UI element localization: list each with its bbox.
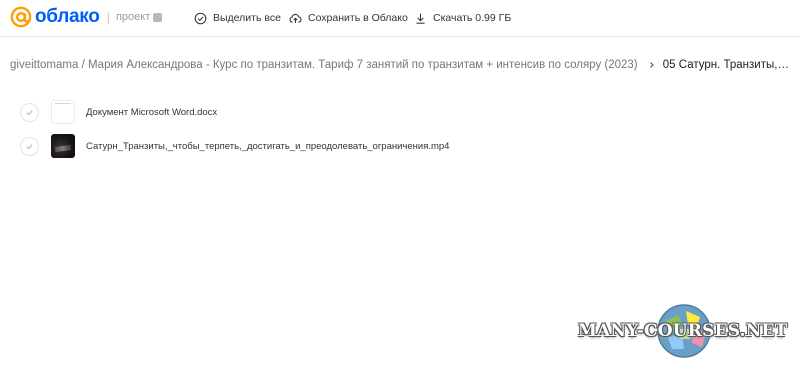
- vk-badge-icon: [153, 12, 163, 22]
- check-icon: [26, 109, 33, 115]
- check-icon: [26, 143, 33, 149]
- chevron-right-icon: [649, 62, 654, 68]
- project-label: проект: [115, 11, 151, 23]
- breadcrumb: giveittomama / Мария Александрова - Курс…: [10, 57, 790, 73]
- at-sign-logo-icon: [10, 6, 32, 28]
- document-thumbnail: [51, 100, 75, 124]
- file-row[interactable]: Сатурн_Транзиты,_чтобы_терпеть,_достигат…: [20, 133, 580, 159]
- file-name[interactable]: Документ Microsoft Word.docx: [86, 107, 217, 118]
- select-all-button[interactable]: Выделить все: [194, 10, 281, 26]
- video-thumbnail: [51, 134, 75, 158]
- cloud-upload-icon: [289, 13, 302, 23]
- breadcrumb-current: 05 Сатурн. Транзиты, чтобы терпеть, дост…: [662, 59, 790, 71]
- file-select-checkbox[interactable]: [20, 102, 39, 122]
- watermark: MANY-COURSES.NET: [578, 304, 788, 358]
- check-circle-icon: [194, 12, 207, 24]
- save-to-cloud-button[interactable]: Сохранить в Облако: [289, 10, 408, 26]
- file-row[interactable]: Документ Microsoft Word.docx: [20, 99, 580, 125]
- download-icon: [416, 13, 425, 24]
- file-select-checkbox[interactable]: [20, 136, 39, 156]
- save-to-cloud-label: Сохранить в Облако: [308, 12, 408, 24]
- top-bar: облако | проект Выделить все Сохранить в…: [0, 0, 800, 37]
- cloud-logo[interactable]: облако | проект: [10, 6, 163, 28]
- watermark-text: MANY-COURSES.NET: [578, 321, 788, 341]
- download-label: Скачать 0.99 ГБ: [433, 12, 512, 24]
- logo-divider: |: [106, 9, 110, 25]
- file-name[interactable]: Сатурн_Транзиты,_чтобы_терпеть,_достигат…: [86, 141, 449, 152]
- select-all-label: Выделить все: [213, 12, 281, 24]
- breadcrumb-parent-link[interactable]: giveittomama / Мария Александрова - Курс…: [10, 59, 638, 71]
- download-button[interactable]: Скачать 0.99 ГБ: [414, 10, 511, 26]
- logo-text: облако: [35, 6, 100, 27]
